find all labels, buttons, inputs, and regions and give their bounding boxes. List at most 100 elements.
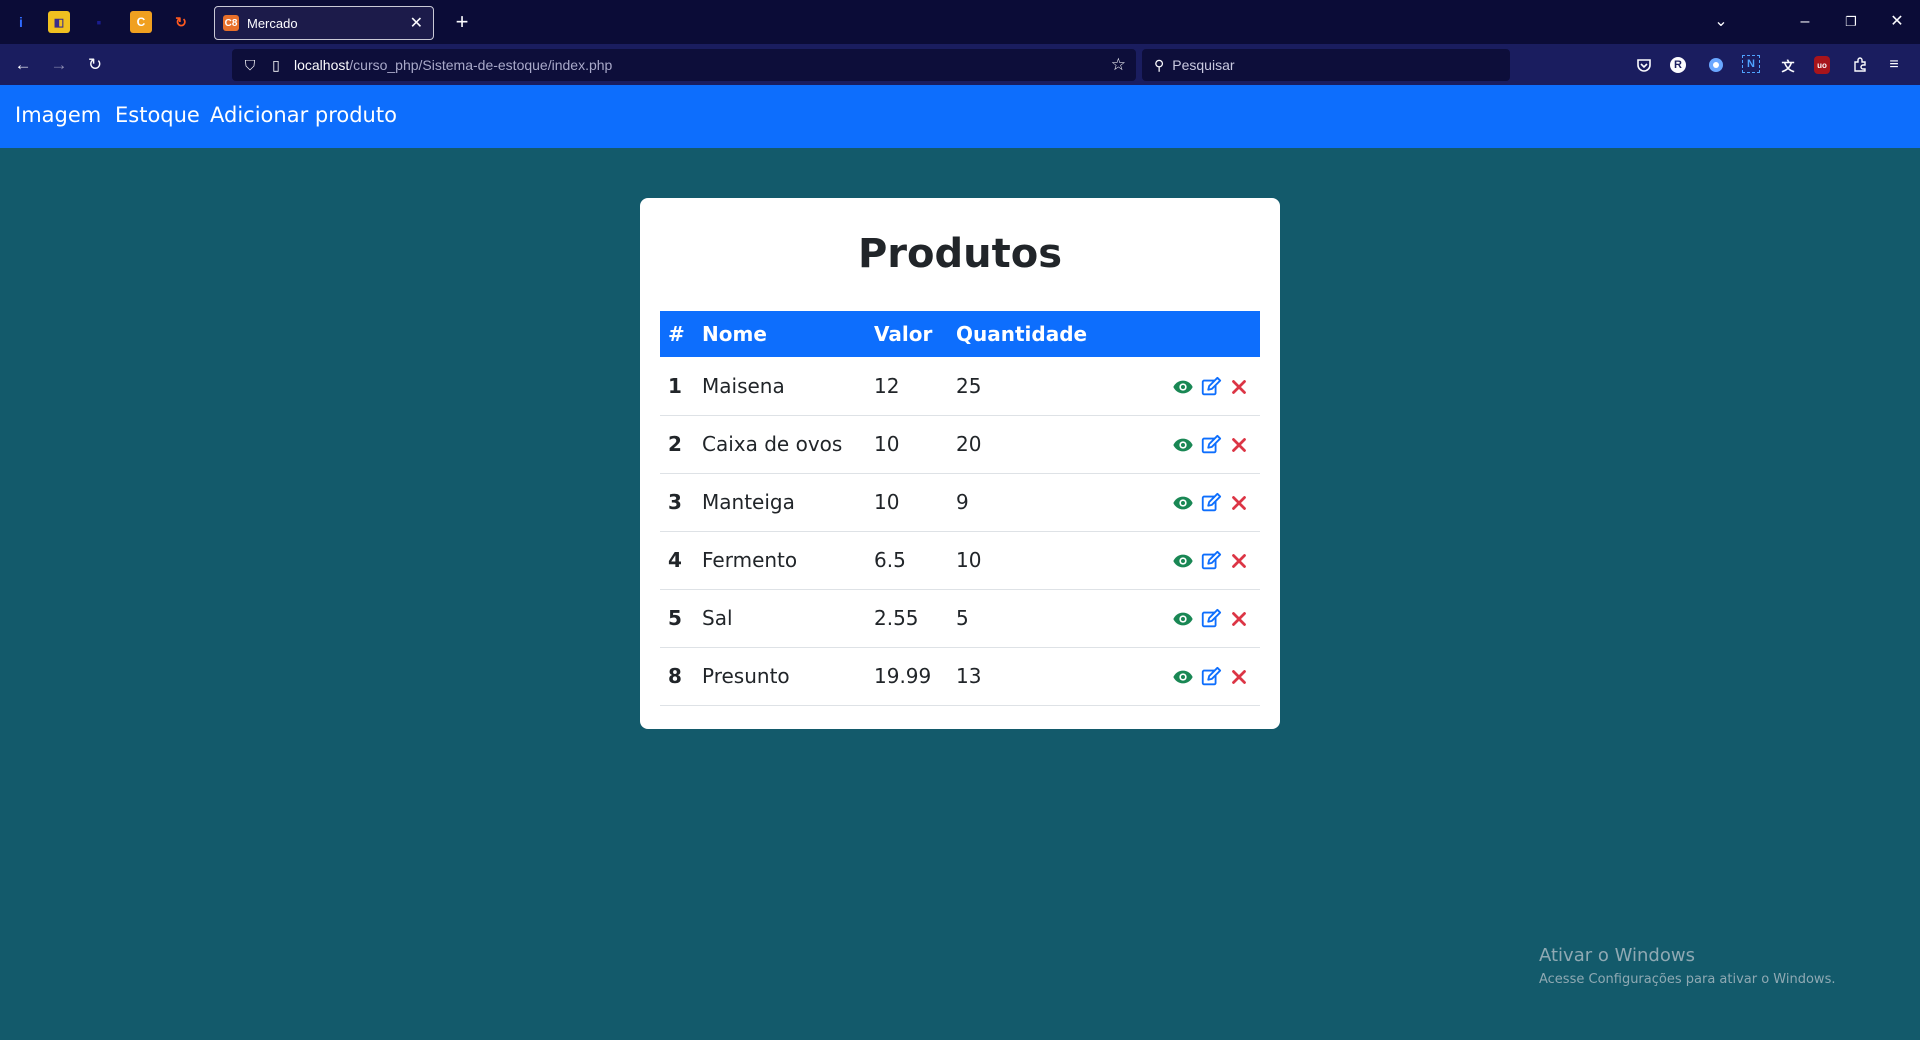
- cell-quantidade: 10: [948, 531, 1128, 590]
- cell-actions: [1128, 473, 1260, 532]
- cell-quantidade: 9: [948, 473, 1128, 532]
- address-bar[interactable]: ⛉ ▯ localhost/curso_php/Sistema-de-estoq…: [232, 49, 1136, 81]
- pinned-tab-info-icon[interactable]: i: [10, 11, 32, 33]
- app-navbar: Imagem Estoque Adicionar produto: [0, 85, 1920, 148]
- cell-nome: Fermento: [694, 531, 866, 590]
- cell-actions: [1128, 531, 1260, 590]
- puzzle-icon[interactable]: [1850, 55, 1870, 75]
- reload-icon[interactable]: ↻: [82, 52, 108, 78]
- close-tab-icon[interactable]: ✕: [410, 13, 423, 33]
- edit-icon[interactable]: [1200, 550, 1222, 572]
- n-extension-icon[interactable]: N: [1742, 55, 1760, 73]
- delete-x-icon[interactable]: [1228, 666, 1250, 688]
- ublock-icon[interactable]: uo: [1814, 56, 1830, 74]
- cell-id: 4: [660, 531, 694, 590]
- delete-x-icon[interactable]: [1228, 376, 1250, 398]
- products-card: Produtos # Nome Valor Quantidade 1 Maisen…: [640, 198, 1280, 729]
- pinned-tab-c-icon[interactable]: C: [130, 11, 152, 33]
- cell-id: 2: [660, 415, 694, 474]
- table-header-row: # Nome Valor Quantidade: [660, 311, 1260, 357]
- table-row: 1 Maisena 12 25: [660, 357, 1260, 416]
- edit-icon[interactable]: [1200, 608, 1222, 630]
- restore-button[interactable]: ❐: [1836, 8, 1866, 36]
- bookmark-star-icon[interactable]: ☆: [1111, 55, 1126, 75]
- tab-favicon-icon: C8: [223, 15, 239, 31]
- view-eye-icon[interactable]: [1172, 666, 1194, 688]
- minimize-button[interactable]: –: [1790, 8, 1820, 36]
- nav-link-estoque[interactable]: Estoque: [115, 103, 200, 127]
- active-tab[interactable]: C8 Mercado ✕: [214, 6, 434, 40]
- cell-actions: [1128, 589, 1260, 648]
- tab-title: Mercado: [247, 15, 298, 31]
- delete-x-icon[interactable]: [1228, 492, 1250, 514]
- pinned-tab-refresh-icon[interactable]: ↻: [170, 11, 192, 33]
- header-nome: Nome: [702, 322, 767, 346]
- cell-nome: Presunto: [694, 647, 866, 706]
- cell-actions: [1128, 357, 1260, 416]
- edit-icon[interactable]: [1200, 434, 1222, 456]
- r-extension-icon[interactable]: R: [1670, 57, 1686, 73]
- cell-id: 3: [660, 473, 694, 532]
- pocket-icon[interactable]: [1634, 55, 1654, 75]
- cell-valor: 10: [866, 473, 948, 532]
- shield-icon[interactable]: ⛉: [242, 57, 258, 74]
- delete-x-icon[interactable]: [1228, 550, 1250, 572]
- search-icon: ⚲: [1154, 56, 1165, 73]
- cell-id: 5: [660, 589, 694, 648]
- cell-nome: Caixa de ovos: [694, 415, 866, 474]
- cell-quantidade: 20: [948, 415, 1128, 474]
- cell-nome: Manteiga: [694, 473, 866, 532]
- view-eye-icon[interactable]: [1172, 434, 1194, 456]
- view-eye-icon[interactable]: [1172, 492, 1194, 514]
- pinned-tab-image-icon[interactable]: ◧: [48, 11, 70, 33]
- header-valor: Valor: [874, 322, 933, 346]
- delete-x-icon[interactable]: [1228, 434, 1250, 456]
- menu-icon[interactable]: ≡: [1884, 55, 1904, 75]
- nav-link-imagem[interactable]: Imagem: [15, 103, 101, 127]
- view-eye-icon[interactable]: [1172, 376, 1194, 398]
- url-path: /curso_php/Sistema-de-estoque/index.php: [349, 57, 613, 73]
- products-table: # Nome Valor Quantidade 1 Maisena 12 25 2 Cai…: [660, 311, 1260, 706]
- edit-icon[interactable]: [1200, 376, 1222, 398]
- url-text[interactable]: localhost/curso_php/Sistema-de-estoque/i…: [294, 57, 1111, 73]
- cell-quantidade: 25: [948, 357, 1128, 416]
- page-title: Produtos: [857, 231, 1063, 277]
- translate-icon[interactable]: 文: [1778, 55, 1798, 75]
- search-bar[interactable]: ⚲: [1142, 49, 1510, 81]
- edit-icon[interactable]: [1200, 492, 1222, 514]
- windows-activation-title: Ativar o Windows: [1539, 945, 1695, 966]
- pinned-tab-blank-icon[interactable]: ▪: [88, 11, 110, 33]
- cell-valor: 19.99: [866, 647, 948, 706]
- url-host: localhost: [294, 57, 350, 73]
- nav-link-adicionar-produto[interactable]: Adicionar produto: [210, 103, 397, 127]
- cell-quantidade: 13: [948, 647, 1128, 706]
- view-eye-icon[interactable]: [1172, 550, 1194, 572]
- cell-actions: [1128, 415, 1260, 474]
- table-row: 2 Caixa de ovos 10 20: [660, 415, 1260, 474]
- delete-x-icon[interactable]: [1228, 608, 1250, 630]
- browser-tab-strip: i ◧ ▪ C ↻ C8 Mercado ✕ + ⌄ – ❐ ✕: [0, 0, 1920, 44]
- header-quantidade: Quantidade: [956, 322, 1088, 346]
- cell-nome: Maisena: [694, 357, 866, 416]
- windows-activation-subtitle: Acesse Configurações para ativar o Windo…: [1539, 972, 1836, 987]
- new-tab-button[interactable]: +: [448, 8, 476, 36]
- list-tabs-chevron-icon[interactable]: ⌄: [1706, 8, 1736, 36]
- view-eye-icon[interactable]: [1172, 608, 1194, 630]
- compass-icon[interactable]: [1706, 55, 1726, 75]
- header-id: #: [668, 322, 685, 346]
- cell-quantidade: 5: [948, 589, 1128, 648]
- header-actions: [1128, 311, 1260, 357]
- search-input[interactable]: [1172, 57, 1473, 73]
- cell-id: 1: [660, 357, 694, 416]
- forward-arrow-icon[interactable]: →: [46, 52, 72, 78]
- cell-valor: 2.55: [866, 589, 948, 648]
- table-row: 5 Sal 2.55 5: [660, 589, 1260, 648]
- edit-icon[interactable]: [1200, 666, 1222, 688]
- cell-id: 8: [660, 647, 694, 706]
- cell-valor: 12: [866, 357, 948, 416]
- back-arrow-icon[interactable]: ←: [10, 52, 36, 78]
- cell-nome: Sal: [694, 589, 866, 648]
- close-window-button[interactable]: ✕: [1882, 8, 1912, 36]
- page-info-icon[interactable]: ▯: [268, 57, 284, 74]
- browser-toolbar: ← → ↻ ⛉ ▯ localhost/curso_php/Sistema-de…: [0, 44, 1920, 85]
